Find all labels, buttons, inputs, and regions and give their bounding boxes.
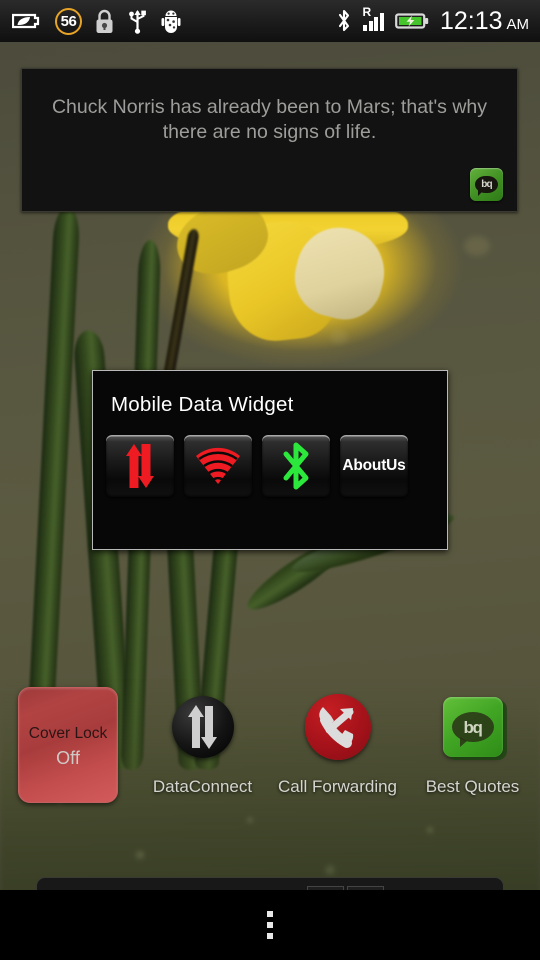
android-debug-icon (161, 10, 181, 33)
app-label: DataConnect (152, 777, 253, 796)
about-us-button[interactable]: AboutUs (340, 435, 408, 497)
battery-charging-icon (395, 13, 429, 29)
about-us-label: AboutUs (342, 457, 406, 474)
data-arrows-circle-icon (171, 696, 234, 758)
icon-holder (270, 686, 405, 768)
eco-level-badge: 56 (55, 7, 82, 35)
lock-icon (96, 9, 113, 33)
signal-bar (368, 21, 373, 31)
wifi-toggle-button[interactable] (184, 435, 252, 497)
status-bar[interactable]: 56 R 12:13 AM (0, 0, 540, 42)
icon-holder (135, 686, 270, 768)
app-icon-call-forwarding[interactable]: Call Forwarding (270, 686, 405, 797)
roaming-indicator: R (362, 5, 372, 19)
signal-strength-icon: R (362, 6, 384, 31)
usb-icon (129, 10, 146, 34)
clock-ampm: AM (506, 15, 530, 33)
quote-text: Chuck Norris has already been to Mars; t… (51, 96, 488, 143)
widget-title: Mobile Data Widget (111, 393, 294, 416)
overflow-dot (267, 933, 273, 939)
speech-bubble-icon: bq (451, 712, 494, 747)
signal-bar (379, 13, 384, 31)
app-icon-dataconnect[interactable]: DataConnect (135, 686, 270, 797)
call-forwarding-icon (304, 694, 371, 760)
data-arrows-icon (126, 444, 154, 488)
wifi-icon (196, 447, 240, 484)
eco-battery-icon (12, 13, 40, 29)
status-bar-right-icons: R 12:13 AM (336, 6, 540, 36)
mobile-data-widget[interactable]: Mobile Data Widget AboutUs (92, 370, 448, 550)
best-quotes-icon: bq (442, 697, 503, 757)
bokeh-light (464, 236, 490, 256)
cover-lock-state: Off (56, 748, 80, 768)
data-arrows-glyph (187, 705, 217, 749)
app-label: Call Forwarding (277, 777, 398, 796)
clock-time: 12:13 (439, 6, 503, 35)
menu-overflow-button[interactable] (247, 903, 293, 947)
cover-lock-title: Cover Lock (28, 725, 108, 742)
cover-lock-widget[interactable]: Cover Lock Off (18, 687, 118, 803)
signal-bar (363, 25, 368, 31)
app-label: Best Quotes (425, 777, 520, 796)
phone-arrow-glyph (318, 707, 353, 748)
best-quotes-badge-icon[interactable]: bq (470, 168, 503, 201)
navigation-bar (0, 890, 540, 960)
clock: 12:13 AM (440, 7, 529, 36)
signal-bar (374, 17, 379, 31)
bluetooth-toggle-button[interactable] (262, 435, 330, 497)
widget-button-row: AboutUs (93, 417, 447, 497)
icon-holder: bq (405, 686, 540, 768)
bluetooth-icon (339, 9, 350, 32)
app-icon-best-quotes[interactable]: bq Best Quotes (405, 686, 540, 797)
quote-widget[interactable]: Chuck Norris has already been to Mars; t… (21, 68, 518, 212)
android-home-screen: 56 R 12:13 AM Chuck Norris has already b… (0, 0, 540, 960)
bokeh-light (330, 330, 348, 344)
speech-bubble-icon: bq (475, 176, 498, 196)
badge-label: bq (481, 178, 492, 190)
icon-label: bq (463, 717, 483, 737)
overflow-dot (267, 911, 273, 917)
status-bar-left-icons: 56 (0, 7, 336, 35)
overflow-dot (267, 922, 273, 928)
bluetooth-icon (283, 442, 309, 490)
mobile-data-toggle-button[interactable] (106, 435, 174, 497)
